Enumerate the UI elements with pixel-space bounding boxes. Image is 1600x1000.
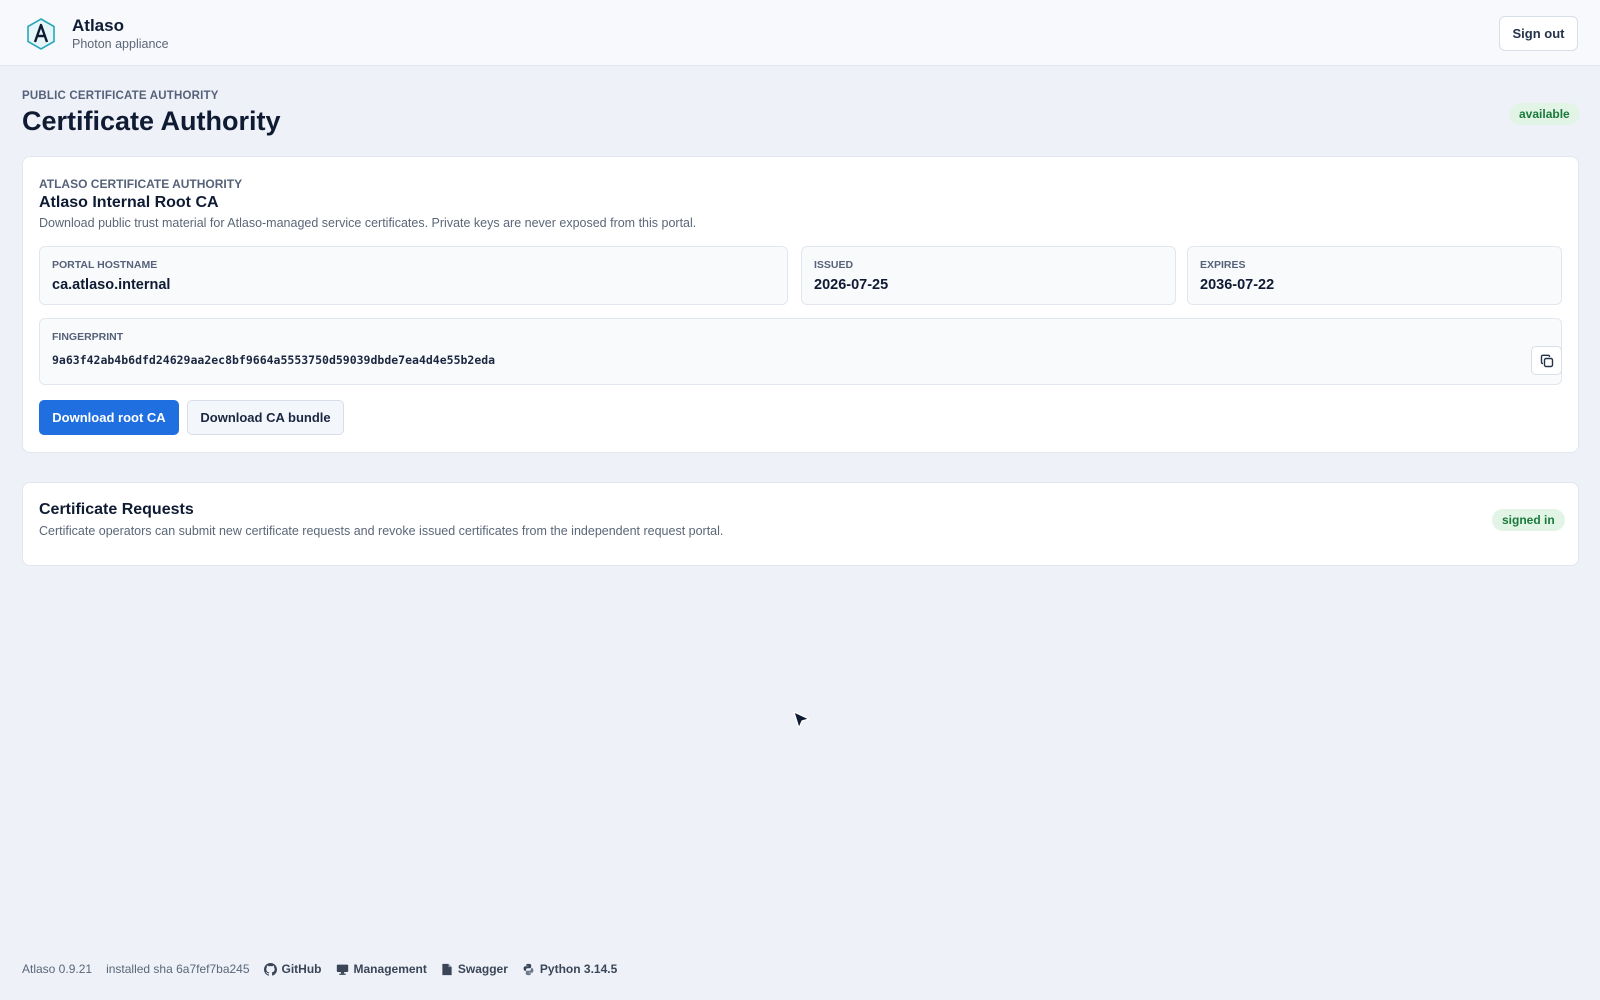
monitor-icon: [336, 964, 348, 975]
requests-title: Certificate Requests: [39, 501, 194, 518]
management-link-label: Management: [353, 962, 427, 976]
github-link-label: GitHub: [281, 962, 322, 976]
card-title: Atlaso Internal Root CA: [39, 194, 219, 211]
expires-value: 2036-07-22: [1200, 277, 1275, 293]
portal-hostname-field: PORTAL HOSTNAME ca.atlaso.internal: [39, 246, 788, 305]
requests-description: Certificate operators can submit new cer…: [39, 524, 724, 538]
page-title: Certificate Authority: [22, 106, 281, 136]
status-badge-available: available: [1509, 103, 1580, 125]
portal-hostname-label: PORTAL HOSTNAME: [52, 259, 158, 271]
download-root-ca-button[interactable]: Download root CA: [39, 400, 179, 435]
footer-link-python[interactable]: Python 3.14.5: [522, 962, 617, 976]
expires-field: EXPIRES 2036-07-22: [1187, 246, 1562, 305]
certificate-requests-card: Certificate Requests Certificate operato…: [22, 482, 1579, 566]
sign-out-button[interactable]: Sign out: [1499, 16, 1578, 51]
footer: Atlaso 0.9.21 installed sha 6a7fef7ba245…: [22, 960, 631, 978]
python-icon: [523, 963, 534, 975]
fingerprint-field: FINGERPRINT 9a63f42ab4b6dfd24629aa2ec8bf…: [39, 318, 1562, 385]
download-ca-bundle-button[interactable]: Download CA bundle: [187, 400, 344, 435]
python-version-label: Python 3.14.5: [539, 962, 618, 976]
brand-subtitle: Photon appliance: [72, 37, 169, 51]
footer-link-swagger[interactable]: Swagger: [441, 962, 508, 976]
root-ca-card: ATLASO CERTIFICATE AUTHORITY Atlaso Inte…: [22, 156, 1579, 453]
document-icon: [442, 963, 452, 975]
footer-link-management[interactable]: Management: [336, 962, 427, 976]
footer-version: Atlaso 0.9.21: [22, 962, 93, 976]
mouse-cursor-icon: [793, 711, 810, 729]
fingerprint-value[interactable]: 9a63f42ab4b6dfd24629aa2ec8bf9664a5553750…: [52, 353, 495, 367]
atlaso-logo-icon[interactable]: [26, 18, 56, 50]
github-icon: [263, 962, 277, 976]
card-description: Download public trust material for Atlas…: [39, 216, 697, 230]
brand-name: Atlaso: [72, 16, 124, 35]
card-eyebrow: ATLASO CERTIFICATE AUTHORITY: [39, 177, 243, 191]
expires-label: EXPIRES: [1200, 259, 1246, 271]
fingerprint-label: FINGERPRINT: [52, 331, 124, 343]
issued-field: ISSUED 2026-07-25: [801, 246, 1176, 305]
copy-icon: [1540, 354, 1553, 367]
issued-label: ISSUED: [814, 259, 854, 271]
status-badge-signed-in: signed in: [1492, 509, 1565, 531]
page-eyebrow: PUBLIC CERTIFICATE AUTHORITY: [22, 90, 219, 102]
copy-fingerprint-button[interactable]: [1531, 346, 1562, 375]
swagger-link-label: Swagger: [457, 962, 508, 976]
portal-hostname-value: ca.atlaso.internal: [52, 277, 171, 293]
top-bar: Atlaso Photon appliance Sign out: [0, 0, 1600, 66]
footer-sha: installed sha 6a7fef7ba245: [106, 962, 250, 976]
footer-link-github[interactable]: GitHub: [263, 962, 322, 976]
issued-value: 2026-07-25: [814, 277, 889, 293]
